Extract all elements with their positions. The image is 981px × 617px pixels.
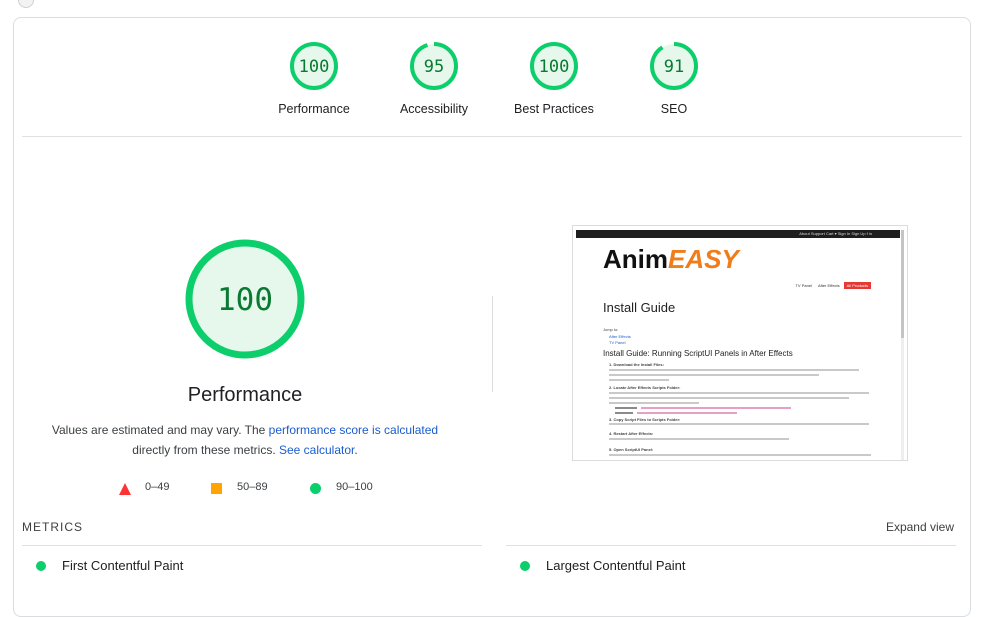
- circle-icon: [310, 483, 321, 494]
- metrics-heading: METRICS: [22, 520, 83, 534]
- thumb-nav-item: After Effects: [817, 283, 840, 288]
- desc-text: Values are estimated and may vary. The: [51, 423, 269, 437]
- gauge-performance[interactable]: 100 Performance: [259, 40, 369, 116]
- expand-view-button[interactable]: Expand view: [886, 520, 954, 534]
- thumb-text-line: [609, 369, 859, 371]
- thumb-text-line: [609, 374, 819, 376]
- thumb-step: 5. Open ScriptUI Panel:: [609, 447, 654, 452]
- thumb-heading: Install Guide: [603, 300, 676, 315]
- final-screenshot-thumbnail[interactable]: About Support Cart ▾ Sign In Sign Up f i…: [572, 225, 908, 461]
- thumb-subheading: Install Guide: Running ScriptUI Panels i…: [603, 349, 793, 358]
- gauge-score: 100: [299, 57, 330, 77]
- thumb-text-line: [609, 438, 789, 440]
- thumb-text-line: [609, 379, 669, 381]
- legend-range: 50–89: [237, 481, 268, 493]
- gauge-ring: 100: [530, 42, 578, 90]
- thumb-text-line: [641, 407, 791, 409]
- performance-gauge-large: 100: [185, 239, 305, 359]
- legend-range: 0–49: [145, 481, 170, 493]
- gauge-ring: 95: [410, 42, 458, 90]
- gauge-score: 91: [664, 57, 684, 77]
- thumb-step: 4. Restart After Effects:: [609, 431, 654, 436]
- metrics-divider: [506, 545, 956, 546]
- logo-accent: EASY: [668, 244, 739, 274]
- thumb-text-line: [637, 412, 737, 414]
- gauge-ring: 100: [290, 42, 338, 90]
- triangle-icon: [119, 483, 131, 495]
- gauge-score: 100: [539, 57, 570, 77]
- thumb-jump-to: Jump to:: [603, 327, 619, 332]
- thumb-text-line: [609, 402, 699, 404]
- gauge-label: Best Practices: [514, 102, 594, 116]
- gauge-accessibility[interactable]: 95 Accessibility: [379, 40, 489, 116]
- gauge-label: Accessibility: [399, 102, 469, 116]
- thumb-text-line: [615, 407, 637, 409]
- thumb-text-line: [615, 412, 633, 414]
- gauge-label: SEO: [660, 102, 688, 116]
- legend-range: 90–100: [336, 481, 373, 493]
- logo-main: Anim: [603, 244, 668, 274]
- see-calculator-link[interactable]: See calculator: [279, 443, 354, 457]
- vertical-divider: [492, 296, 493, 392]
- pass-circle-icon: [36, 561, 46, 571]
- thumb-text-line: [609, 397, 849, 399]
- performance-score: 100: [217, 282, 273, 318]
- desc-text: .: [354, 443, 358, 457]
- thumb-nav-button: All Products: [843, 282, 871, 289]
- performance-title: Performance: [187, 384, 303, 406]
- square-icon: [211, 483, 222, 494]
- thumb-nav-item: TV Panel: [795, 283, 812, 288]
- gauge-best-practices[interactable]: 100 Best Practices: [499, 40, 609, 116]
- thumb-topbar: About Support Cart ▾ Sign In Sign Up f i…: [576, 230, 900, 238]
- thumb-step: 2. Locate After Effects Scripts Folder:: [609, 385, 681, 390]
- metric-name: Largest Contentful Paint: [546, 558, 686, 573]
- gauge-score: 95: [424, 57, 444, 77]
- corner-icon: [18, 0, 34, 8]
- metrics-divider: [22, 545, 482, 546]
- category-gauges: 100 Performance 95 Accessibility 100 Bes…: [14, 18, 970, 138]
- thumb-nav: TV Panel After Effects All Products: [789, 282, 871, 289]
- thumb-step: 1. Download the Install Files:: [609, 362, 664, 367]
- thumb-text-line: [609, 423, 869, 425]
- gauge-ring: 91: [650, 42, 698, 90]
- thumb-jump-link: After Effects: [609, 334, 631, 339]
- gauge-seo[interactable]: 91 SEO: [619, 40, 729, 116]
- thumb-jump-link: TV Panel: [609, 340, 626, 345]
- thumb-scrollbar: [901, 230, 904, 460]
- header-divider: [22, 136, 962, 137]
- lighthouse-report-card: 100 Performance 95 Accessibility 100 Bes…: [13, 17, 971, 617]
- gauge-label: Performance: [278, 102, 350, 116]
- pass-circle-icon: [520, 561, 530, 571]
- thumb-logo: AnimEASY: [603, 244, 739, 275]
- thumb-text-line: [609, 454, 871, 456]
- score-calculated-link[interactable]: performance score is calculated: [269, 423, 438, 437]
- thumb-top-links: About Support Cart ▾ Sign In Sign Up f i…: [799, 231, 872, 236]
- desc-text: directly from these metrics.: [132, 443, 279, 457]
- performance-description: Values are estimated and may vary. The p…: [42, 420, 448, 460]
- thumb-step: 3. Copy Script Files to Scripts Folder:: [609, 417, 681, 422]
- thumb-text-line: [609, 392, 869, 394]
- metric-name: First Contentful Paint: [62, 558, 184, 573]
